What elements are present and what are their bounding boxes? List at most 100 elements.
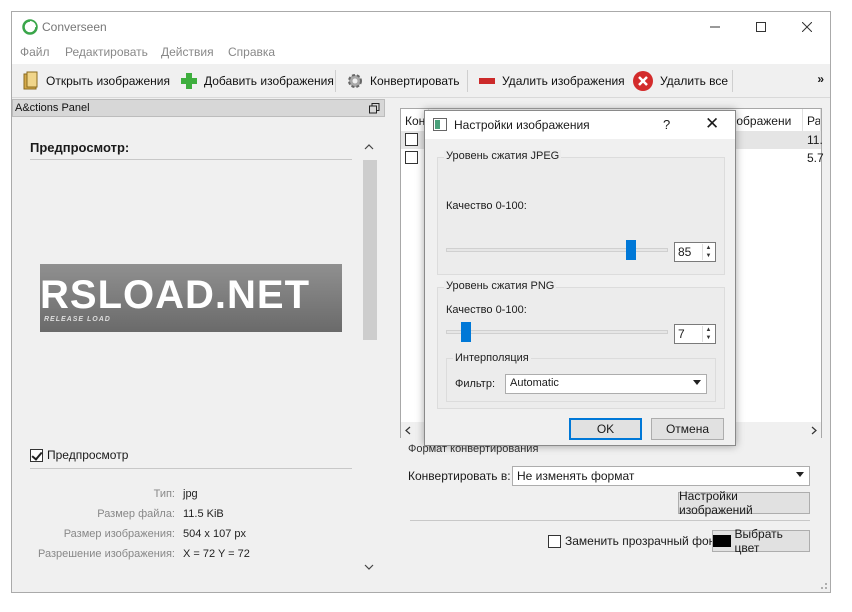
minus-icon: [479, 78, 495, 84]
info-filesize-value: 11.5 KiB: [183, 508, 224, 520]
actions-panel: Предпросмотр: RSLOAD.NET RELEASE LOAD Пр…: [12, 118, 382, 572]
minimize-button[interactable]: [692, 12, 738, 42]
jpeg-quality-spinbox[interactable]: 85 ▲ ▼: [674, 242, 716, 262]
png-quality-label: Качество 0-100:: [446, 304, 527, 316]
cancel-button[interactable]: Отмена: [651, 418, 724, 440]
ok-button[interactable]: OK: [569, 418, 642, 440]
remove-all-button[interactable]: Удалить все: [632, 69, 728, 93]
scroll-down-icon[interactable]: [364, 564, 374, 570]
filter-label: Фильтр:: [455, 378, 496, 390]
toolbar-overflow-button[interactable]: »: [817, 72, 824, 86]
png-quality-slider-thumb[interactable]: [460, 322, 471, 342]
preview-toggle[interactable]: Предпросмотр: [30, 448, 128, 462]
divider: [30, 159, 352, 160]
preview-image: RSLOAD.NET RELEASE LOAD: [40, 264, 342, 332]
minimize-icon: [710, 26, 720, 28]
divider: [30, 468, 352, 469]
image-settings-icon: [433, 118, 447, 131]
row-size: 11.: [807, 133, 823, 147]
filter-dropdown[interactable]: Automatic: [505, 374, 707, 394]
row-checkbox[interactable]: [405, 133, 418, 146]
open-images-button[interactable]: Открыть изображения: [22, 69, 170, 93]
image-settings-button[interactable]: Настройки изображений: [678, 489, 810, 517]
maximize-icon: [756, 22, 766, 32]
transparent-bg-toggle[interactable]: Заменить прозрачный фон: [548, 534, 715, 548]
scrollbar-thumb[interactable]: [363, 160, 377, 340]
png-quality-track[interactable]: [446, 330, 668, 334]
scroll-up-icon[interactable]: [364, 144, 374, 150]
plus-icon: [181, 73, 197, 89]
maximize-button[interactable]: [738, 12, 784, 42]
transparent-bg-checkbox[interactable]: [548, 534, 561, 548]
menu-file[interactable]: Файл: [20, 45, 50, 59]
dialog-title: Настройки изображения: [454, 118, 590, 132]
add-images-label: Добавить изображения: [204, 74, 334, 88]
format-dropdown-value: Не изменять формат: [517, 469, 635, 483]
jpeg-quality-slider-thumb[interactable]: [626, 240, 637, 260]
close-icon: [802, 22, 812, 32]
actions-panel-scrollbar[interactable]: [362, 132, 378, 572]
row-size: 5.7: [807, 151, 824, 165]
toolbar: Открыть изображения Добавить изображения…: [12, 64, 830, 98]
jpeg-group-title: Уровень сжатия JPEG: [444, 150, 562, 162]
spin-arrows-icon[interactable]: ▲ ▼: [702, 244, 714, 260]
spin-arrows-icon[interactable]: ▲ ▼: [702, 326, 714, 342]
info-type-value: jpg: [183, 488, 198, 500]
delete-all-icon: [633, 71, 653, 91]
info-filesize-label: Размер файла:: [97, 508, 175, 520]
info-resolution-value: X = 72 Y = 72: [183, 548, 250, 560]
convert-label: Конвертировать: [370, 74, 460, 88]
add-images-button[interactable]: Добавить изображения: [180, 69, 334, 93]
dialog-close-button[interactable]: ✕: [705, 114, 719, 134]
actions-panel-title: A&ctions Panel: [15, 102, 90, 114]
menu-help[interactable]: Справка: [228, 45, 275, 59]
close-button[interactable]: [784, 12, 830, 42]
filter-dropdown-value: Automatic: [510, 377, 559, 389]
column-header-name[interactable]: зображени: [727, 109, 803, 131]
jpeg-group: Уровень сжатия JPEG Качество 0-100: 85 ▲…: [437, 150, 725, 275]
jpeg-quality-label: Качество 0-100:: [446, 200, 527, 212]
png-quality-value: 7: [678, 327, 685, 341]
interpolation-group-title: Интерполяция: [453, 352, 531, 364]
menu-bar: Файл Редактировать Действия Справка: [12, 42, 830, 64]
scroll-left-icon[interactable]: [405, 426, 411, 435]
scroll-right-icon[interactable]: [811, 426, 817, 435]
gear-icon: [348, 74, 362, 88]
info-dimensions-label: Размер изображения:: [63, 528, 175, 540]
app-icon: [22, 19, 38, 35]
png-group-title: Уровень сжатия PNG: [444, 280, 557, 292]
chevron-down-icon: [693, 380, 701, 385]
preview-checkbox-label: Предпросмотр: [47, 448, 129, 462]
preview-logo-subtext: RELEASE LOAD: [44, 316, 111, 323]
remove-images-button[interactable]: Удалить изображения: [478, 69, 625, 93]
info-dimensions-value: 504 x 107 px: [183, 528, 246, 540]
menu-edit[interactable]: Редактировать: [65, 45, 148, 59]
undock-icon[interactable]: [369, 103, 380, 114]
column-header-size[interactable]: Ра: [803, 109, 821, 131]
convert-format-group: Формат конвертирования Конвертировать в:…: [400, 443, 822, 565]
resize-grip-icon[interactable]: [818, 580, 828, 590]
convert-button[interactable]: Конвертировать: [346, 69, 460, 93]
preview-checkbox[interactable]: [30, 448, 43, 462]
toolbar-separator: [467, 70, 468, 92]
png-quality-spinbox[interactable]: 7 ▲ ▼: [674, 324, 716, 344]
transparent-bg-label: Заменить прозрачный фон: [565, 534, 716, 548]
menu-actions[interactable]: Действия: [161, 45, 214, 59]
row-checkbox[interactable]: [405, 151, 418, 164]
jpeg-quality-value: 85: [678, 245, 692, 259]
png-group: Уровень сжатия PNG Качество 0-100: 7 ▲ ▼ …: [437, 280, 725, 409]
choose-color-button[interactable]: Выбрать цвет: [712, 527, 810, 555]
folder-icon: [23, 71, 38, 90]
remove-images-label: Удалить изображения: [502, 74, 625, 88]
info-resolution-label: Разрешение изображения:: [37, 548, 175, 560]
chevron-down-icon: [796, 472, 804, 477]
divider: [410, 520, 810, 521]
preview-logo-text: RSLOAD.NET: [40, 273, 310, 317]
format-dropdown[interactable]: Не изменять формат: [512, 466, 810, 486]
help-button[interactable]: ?: [663, 117, 670, 132]
toolbar-separator: [335, 70, 336, 92]
open-images-label: Открыть изображения: [46, 74, 170, 88]
toolbar-separator: [732, 70, 733, 92]
interpolation-group: Интерполяция Фильтр: Automatic: [446, 352, 716, 402]
remove-all-label: Удалить все: [660, 74, 729, 88]
